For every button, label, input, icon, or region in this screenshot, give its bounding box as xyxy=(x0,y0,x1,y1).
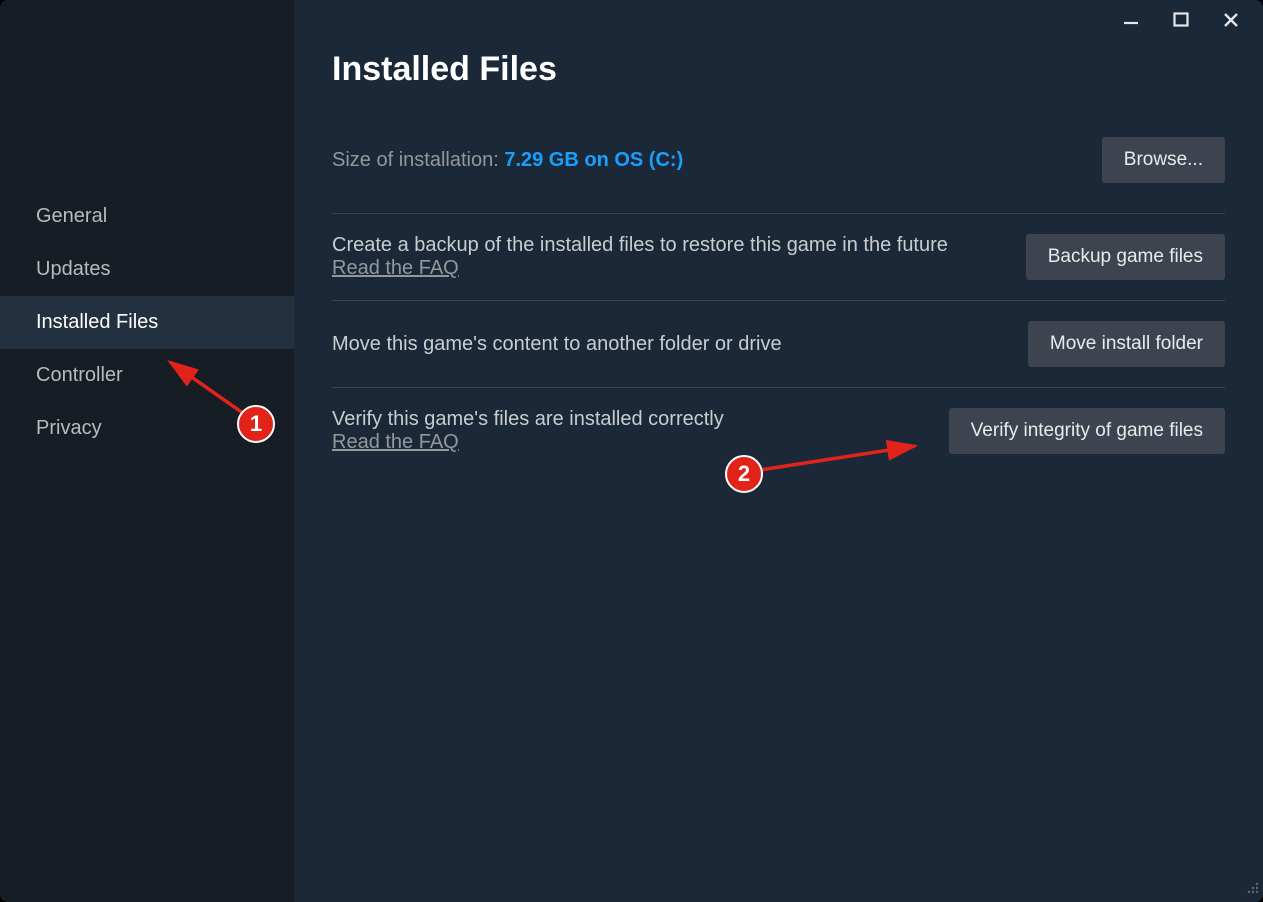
sidebar-item-general[interactable]: General xyxy=(0,190,294,243)
verify-faq-link[interactable]: Read the FAQ xyxy=(332,431,459,453)
installation-size-row: Size of installation: 7.29 GB on OS (C:)… xyxy=(332,137,1225,183)
verify-integrity-button[interactable]: Verify integrity of game files xyxy=(949,408,1225,454)
installation-size-label: Size of installation: 7.29 GB on OS (C:) xyxy=(332,149,683,172)
backup-game-files-button[interactable]: Backup game files xyxy=(1026,234,1225,280)
maximize-button[interactable] xyxy=(1167,6,1195,34)
page-title: Installed Files xyxy=(332,50,1225,89)
titlebar xyxy=(1117,0,1263,40)
properties-window: General Updates Installed Files Controll… xyxy=(0,0,1263,902)
resize-grip-icon[interactable] xyxy=(1241,880,1259,898)
backup-faq-link[interactable]: Read the FAQ xyxy=(332,257,459,279)
sidebar-item-installed-files[interactable]: Installed Files xyxy=(0,296,294,349)
installation-size-value: 7.29 GB on OS (C:) xyxy=(504,149,683,171)
move-section: Move this game's content to another fold… xyxy=(332,300,1225,387)
verify-description: Verify this game's files are installed c… xyxy=(332,408,724,431)
sidebar-item-privacy[interactable]: Privacy xyxy=(0,402,294,455)
verify-section: Verify this game's files are installed c… xyxy=(332,387,1225,474)
move-description: Move this game's content to another fold… xyxy=(332,333,782,356)
close-button[interactable] xyxy=(1217,6,1245,34)
sidebar-item-updates[interactable]: Updates xyxy=(0,243,294,296)
backup-description: Create a backup of the installed files t… xyxy=(332,234,948,257)
sidebar: General Updates Installed Files Controll… xyxy=(0,0,294,902)
move-install-folder-button[interactable]: Move install folder xyxy=(1028,321,1225,367)
backup-section: Create a backup of the installed files t… xyxy=(332,213,1225,300)
content-pane: Installed Files Size of installation: 7.… xyxy=(294,0,1263,902)
sidebar-item-controller[interactable]: Controller xyxy=(0,349,294,402)
minimize-button[interactable] xyxy=(1117,6,1145,34)
browse-button[interactable]: Browse... xyxy=(1102,137,1225,183)
